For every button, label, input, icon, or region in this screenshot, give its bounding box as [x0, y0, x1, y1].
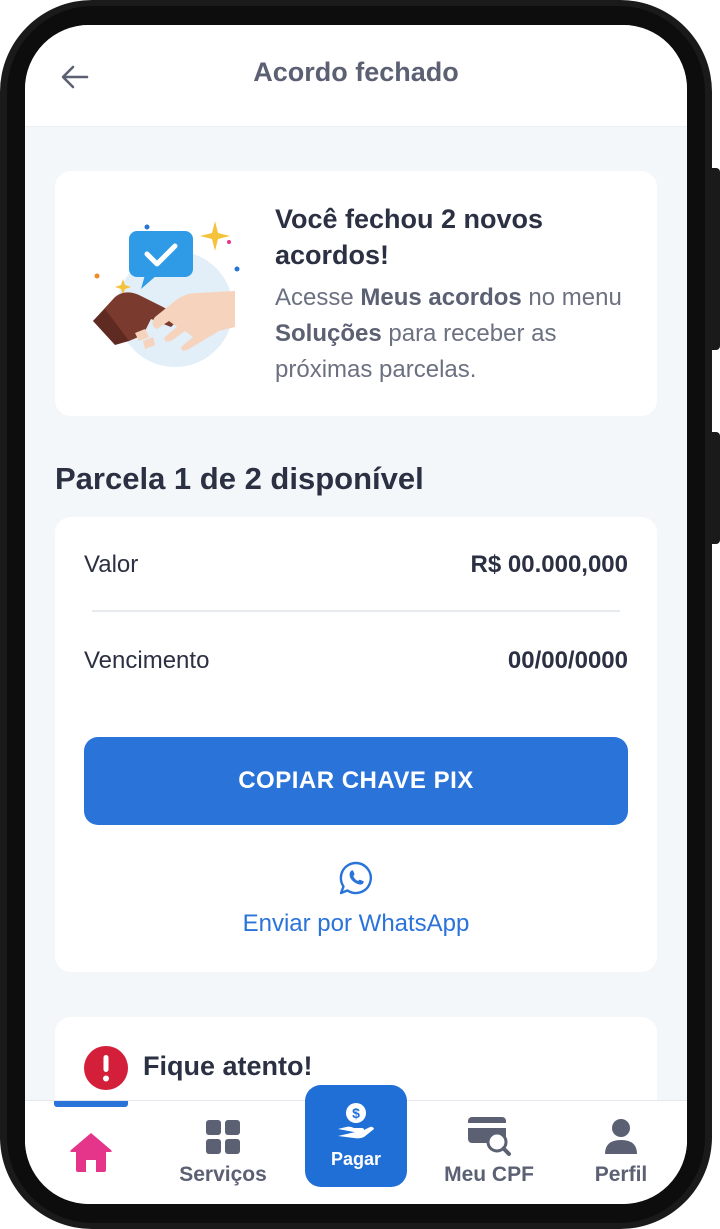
copy-pix-key-button[interactable]: COPIAR CHAVE PIX	[84, 737, 628, 825]
deal-success-card: Você fechou 2 novos acordos! Acesse Meus…	[55, 171, 657, 416]
nav-home[interactable]	[51, 1101, 131, 1204]
nav-pay-button[interactable]: $ Pagar	[305, 1085, 407, 1187]
power-button	[709, 432, 720, 544]
volume-button	[709, 168, 720, 350]
parcel-section-title: Parcela 1 de 2 disponível	[55, 461, 424, 496]
value-label: Valor	[84, 551, 139, 578]
deal-title: Você fechou 2 novos acordos!	[275, 204, 544, 270]
handshake-illustration	[93, 221, 240, 367]
nav-my-cpf-label: Meu CPF	[444, 1163, 534, 1186]
divider	[92, 610, 620, 612]
nav-services[interactable]: Serviços	[173, 1101, 273, 1204]
due-date-label: Vencimento	[84, 647, 210, 674]
deal-description: Acesse Meus acordos no menu Soluções par…	[275, 284, 622, 383]
svg-text:$: $	[352, 1105, 360, 1121]
solucoes-text: Soluções	[275, 320, 382, 347]
grid-icon	[206, 1120, 240, 1154]
nav-services-label: Serviços	[179, 1163, 267, 1186]
hand-money-icon: $	[338, 1103, 374, 1139]
send-whatsapp-link[interactable]: Enviar por WhatsApp	[55, 910, 657, 938]
due-date-value: 00/00/0000	[507, 647, 628, 674]
meus-acordos-text: Meus acordos	[360, 284, 522, 311]
nav-profile-label: Perfil	[594, 1163, 648, 1186]
nav-pay-label: Pagar	[330, 1149, 382, 1169]
top-bar: Acordo fechado	[25, 25, 687, 127]
value-amount: R$ 00.000,000	[470, 551, 628, 578]
alert-icon	[84, 1046, 128, 1090]
nav-profile[interactable]: Perfil	[581, 1101, 661, 1204]
whatsapp-icon[interactable]	[338, 860, 374, 896]
app-screen: Acordo fechado Você fechou 2 novos acord…	[25, 25, 687, 1204]
page-title: Acordo fechado	[253, 57, 459, 87]
home-icon	[70, 1133, 112, 1172]
attention-title: Fique atento!	[143, 1051, 313, 1081]
nav-my-cpf[interactable]: Meu CPF	[435, 1101, 543, 1204]
card-search-icon	[468, 1117, 511, 1156]
parcel-card: Valor R$ 00.000,000 Vencimento 00/00/000…	[55, 517, 657, 972]
user-icon	[605, 1119, 637, 1154]
